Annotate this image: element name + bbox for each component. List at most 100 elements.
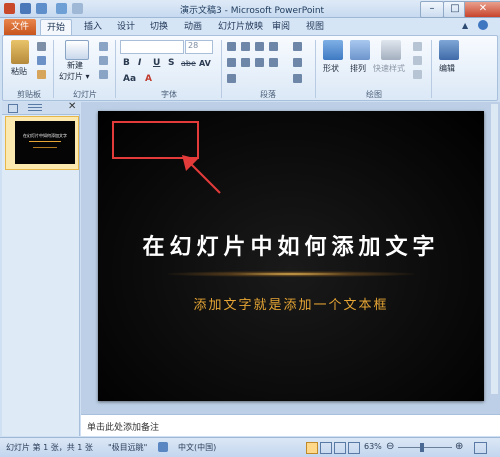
panel-tab-bar: ✕ [2,101,80,115]
increase-indent-icon[interactable] [269,42,278,51]
minimize-button[interactable]: – [420,1,444,18]
slide-subtitle[interactable]: 添加文字就是添加一个文本框 [98,294,484,313]
close-button[interactable]: ✕ [464,1,500,18]
slide-sorter-icon[interactable] [320,442,332,454]
help-icon[interactable] [478,20,488,30]
shape-outline-icon[interactable] [413,56,422,65]
spell-check-icon[interactable] [158,442,168,452]
format-painter-icon[interactable] [37,70,46,79]
vertical-scrollbar[interactable] [491,104,498,394]
zoom-slider-thumb[interactable] [420,443,424,452]
normal-view-icon[interactable] [306,442,318,454]
ribbon-tabs: 文件 开始 插入 设计 切换 动画 幻灯片放映 审阅 视图 ▲ [0,18,500,36]
separator [221,40,222,98]
thumb-glow [29,141,61,142]
slides-tab-icon[interactable] [8,104,18,113]
language-status[interactable]: 中文(中国) [178,442,216,453]
notes-placeholder[interactable]: 单击此处添加备注 [87,420,159,433]
clipboard-group-label: 剪贴板 [17,90,41,99]
strikethrough-button[interactable]: abe [181,59,196,68]
tab-file[interactable]: 文件 [4,19,36,35]
shadow-button[interactable]: S [168,58,174,68]
thumb-title: 在幻灯片中如何添加文字 [23,133,67,138]
font-name-combo[interactable] [120,40,184,54]
zoom-level[interactable]: 63% [364,442,382,451]
font-group-label: 字体 [161,90,177,99]
zoom-slider-track[interactable] [398,447,452,448]
align-left-icon[interactable] [227,58,236,67]
italic-button[interactable]: I [138,58,141,68]
font-size-value: 28 [188,41,199,50]
customize-qat-icon[interactable] [72,3,83,14]
cut-icon[interactable] [37,42,46,51]
new-slide-label-2[interactable]: 幻灯片 ▾ [59,71,90,82]
font-color-button[interactable]: A [145,74,152,84]
shape-fill-icon[interactable] [413,42,422,51]
save-icon[interactable] [20,3,31,14]
slide-canvas[interactable]: 在幻灯片中如何添加文字 添加文字就是添加一个文本框 [98,111,484,401]
arrange-icon[interactable] [350,40,370,60]
shapes-label[interactable]: 形状 [323,63,339,74]
tab-animations[interactable]: 动画 [178,19,208,35]
smartart-icon[interactable] [293,74,302,83]
font-size-combo[interactable]: 28 [185,40,213,54]
change-case-button[interactable]: Aa [123,74,136,84]
numbering-icon[interactable] [241,42,250,51]
close-panel-icon[interactable]: ✕ [68,101,76,112]
justify-icon[interactable] [269,58,278,67]
editing-label[interactable]: 编辑 [439,63,455,74]
decrease-indent-icon[interactable] [255,42,264,51]
slide-count-status: 幻灯片 第 1 张，共 1 张 [6,443,93,452]
paste-icon[interactable] [11,40,29,64]
align-text-icon[interactable] [293,58,302,67]
title-glow-line [168,271,414,277]
char-spacing-button[interactable]: AV [199,59,211,68]
quick-styles-label[interactable]: 快速样式 [373,63,405,74]
window-title: 演示文稿3 - Microsoft PowerPoint [180,6,325,16]
ribbon-minimize-icon[interactable]: ▲ [462,21,468,30]
slide-thumbnail[interactable]: 在幻灯片中如何添加文字 [5,116,79,170]
columns-icon[interactable] [227,74,236,83]
annotation-arrow-icon [182,155,221,194]
underline-button[interactable]: U [153,58,160,68]
section-icon[interactable] [99,70,108,79]
find-binoculars-icon[interactable] [439,40,459,60]
tab-view[interactable]: 视图 [300,19,330,35]
shape-effects-icon[interactable] [413,70,422,79]
notes-pane[interactable]: 单击此处添加备注 [81,414,500,436]
copy-icon[interactable] [37,56,46,65]
zoom-in-icon[interactable]: ⊕ [455,441,463,452]
separator [431,40,432,98]
zoom-out-icon[interactable]: ⊖ [386,441,394,452]
redo-icon[interactable] [56,3,67,14]
tab-review[interactable]: 审阅 [266,19,296,35]
tab-transitions[interactable]: 切换 [144,19,174,35]
new-slide-label-1[interactable]: 新建 [67,60,83,71]
powerpoint-app-icon[interactable] [4,3,15,14]
tab-insert[interactable]: 插入 [78,19,108,35]
layout-icon[interactable] [99,42,108,51]
slideshow-view-icon[interactable] [348,442,360,454]
slides-group-label: 幻灯片 [73,90,97,99]
slides-panel: ✕ 1 在幻灯片中如何添加文字 [2,101,80,436]
tab-slideshow[interactable]: 幻灯片放映 [212,19,269,35]
new-slide-icon[interactable] [65,40,89,60]
reset-icon[interactable] [99,56,108,65]
slide-workspace: 在幻灯片中如何添加文字 添加文字就是添加一个文本框 [81,102,500,414]
tab-home[interactable]: 开始 [40,19,73,36]
reading-view-icon[interactable] [334,442,346,454]
shapes-icon[interactable] [323,40,343,60]
text-direction-icon[interactable] [293,42,302,51]
fit-to-window-icon[interactable] [474,442,487,454]
quick-styles-icon[interactable] [381,40,401,60]
align-center-icon[interactable] [241,58,250,67]
tab-design[interactable]: 设计 [111,19,141,35]
arrange-label[interactable]: 排列 [350,63,366,74]
align-right-icon[interactable] [255,58,264,67]
bold-button[interactable]: B [123,58,130,68]
bullets-icon[interactable] [227,42,236,51]
undo-icon[interactable] [36,3,47,14]
slide-title[interactable]: 在幻灯片中如何添加文字 [98,229,484,261]
thumbnail-preview: 在幻灯片中如何添加文字 [15,121,75,164]
outline-tab-icon[interactable] [28,104,42,111]
